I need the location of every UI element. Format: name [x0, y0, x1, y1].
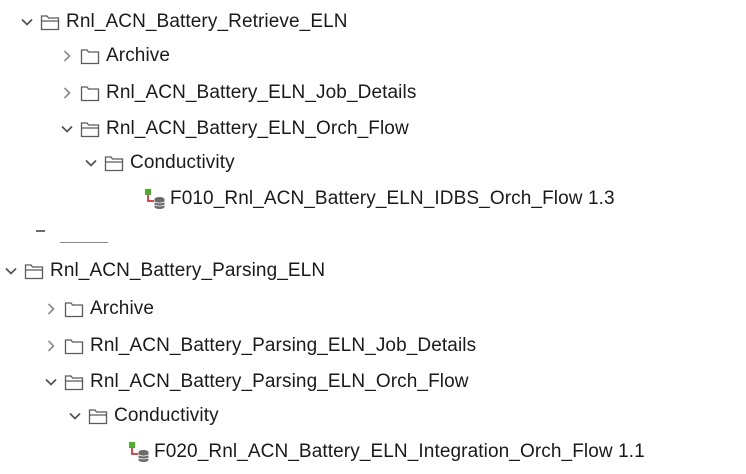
- folder-open-icon: [88, 407, 108, 425]
- tree-node-label: Rnl_ACN_Battery_ELN_Job_Details: [106, 82, 417, 103]
- tree-node-parsing-eln[interactable]: Rnl_ACN_Battery_Parsing_ELN: [4, 255, 325, 287]
- tree-node-flow-f020[interactable]: F020_Rnl_ACN_Battery_ELN_Integration_Orc…: [128, 436, 645, 468]
- orchestration-flow-icon: [144, 188, 166, 210]
- tree-node-label: F020_Rnl_ACN_Battery_ELN_Integration_Orc…: [154, 441, 645, 462]
- tree-node-label: Rnl_ACN_Battery_Parsing_ELN_Orch_Flow: [90, 371, 469, 392]
- chevron-down-icon[interactable]: [20, 15, 34, 29]
- chevron-down-icon[interactable]: [44, 375, 58, 389]
- folder-open-icon: [40, 13, 60, 31]
- folder-open-icon: [80, 120, 100, 138]
- tree-node-archive[interactable]: Archive: [60, 40, 170, 72]
- tree-node-retrieve-eln[interactable]: Rnl_ACN_Battery_Retrieve_ELN: [20, 6, 348, 38]
- tree-node-label: Rnl_ACN_Battery_Parsing_ELN_Job_Details: [90, 335, 477, 356]
- project-tree-view: { "tree": { "groups": [ { "name": "Rnl_A…: [0, 0, 746, 474]
- chevron-right-icon[interactable]: [60, 86, 74, 100]
- chevron-down-icon[interactable]: [84, 156, 98, 170]
- tree-node-conductivity[interactable]: Conductivity: [84, 147, 235, 179]
- tree-node-archive[interactable]: Archive: [44, 293, 154, 325]
- tree-node-conductivity[interactable]: Conductivity: [68, 400, 219, 432]
- chevron-down-icon[interactable]: [68, 409, 82, 423]
- tree-node-orch-flow[interactable]: Rnl_ACN_Battery_Parsing_ELN_Orch_Flow: [44, 366, 469, 398]
- chevron-right-icon[interactable]: [60, 49, 74, 63]
- orchestration-flow-icon: [128, 441, 150, 463]
- folder-icon: [64, 337, 84, 355]
- tree-node-label: Archive: [106, 45, 171, 66]
- tree-node-label: Conductivity: [114, 405, 219, 426]
- separator-mark: [36, 230, 45, 232]
- chevron-right-icon[interactable]: [44, 302, 58, 316]
- tree-node-job-details[interactable]: Rnl_ACN_Battery_Parsing_ELN_Job_Details: [44, 330, 476, 362]
- folder-open-icon: [64, 373, 84, 391]
- separator-line: [60, 242, 108, 243]
- folder-icon: [64, 300, 84, 318]
- tree-node-flow-f010[interactable]: F010_Rnl_ACN_Battery_ELN_IDBS_Orch_Flow …: [144, 183, 615, 215]
- chevron-down-icon[interactable]: [4, 264, 18, 278]
- tree-node-label: Rnl_ACN_Battery_Retrieve_ELN: [66, 11, 348, 32]
- tree-node-orch-flow[interactable]: Rnl_ACN_Battery_ELN_Orch_Flow: [60, 113, 409, 145]
- tree-node-label: Conductivity: [130, 152, 235, 173]
- folder-icon: [80, 84, 100, 102]
- tree-node-job-details[interactable]: Rnl_ACN_Battery_ELN_Job_Details: [60, 77, 416, 109]
- chevron-down-icon[interactable]: [60, 122, 74, 136]
- tree-node-label: Rnl_ACN_Battery_Parsing_ELN: [50, 260, 326, 281]
- chevron-right-icon[interactable]: [44, 339, 58, 353]
- folder-open-icon: [104, 154, 124, 172]
- tree-node-label: F010_Rnl_ACN_Battery_ELN_IDBS_Orch_Flow …: [170, 188, 615, 209]
- folder-icon: [80, 47, 100, 65]
- folder-open-icon: [24, 262, 44, 280]
- tree-node-label: Rnl_ACN_Battery_ELN_Orch_Flow: [106, 118, 409, 139]
- tree-node-label: Archive: [90, 298, 155, 319]
